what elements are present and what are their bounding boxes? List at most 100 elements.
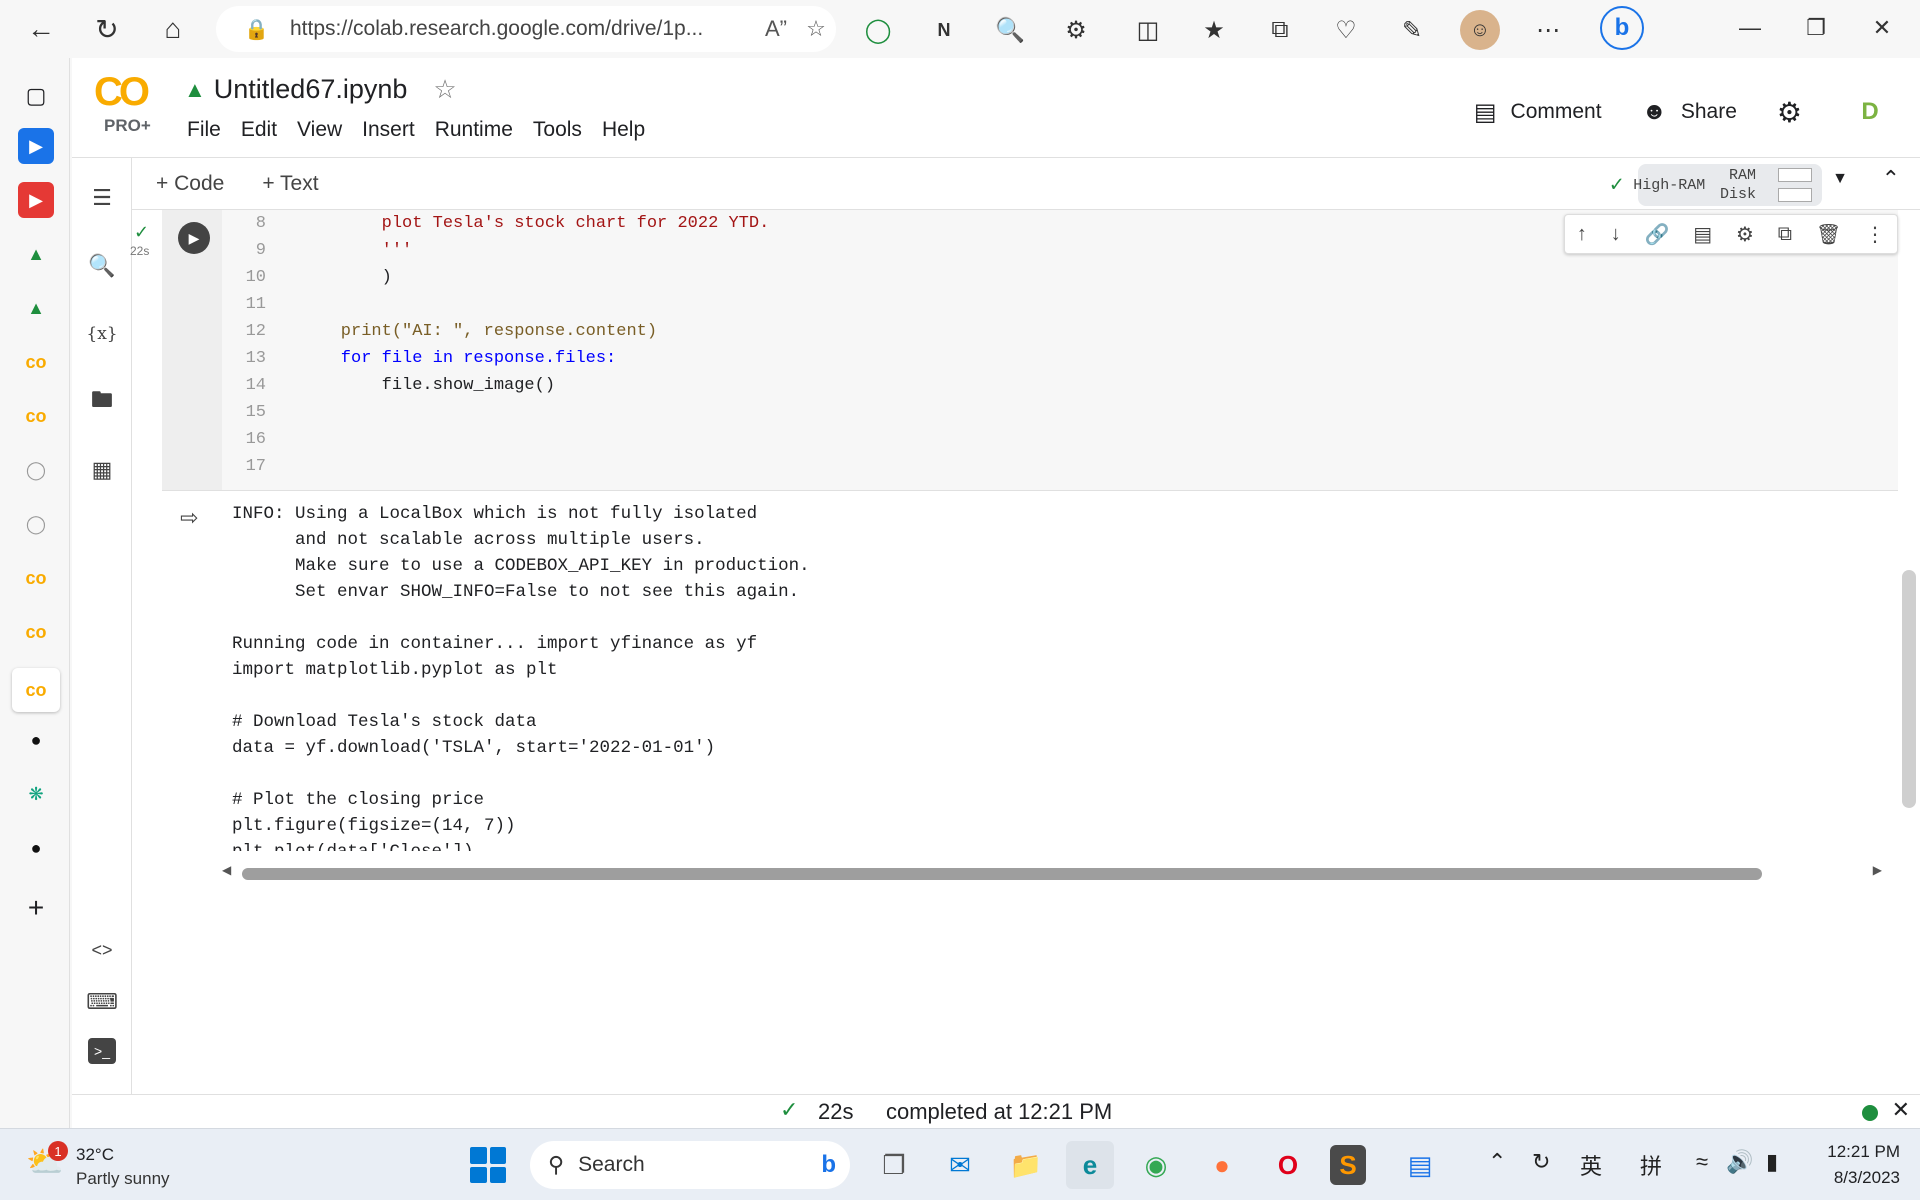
share-button[interactable]: ☻ Share bbox=[1642, 98, 1737, 126]
refresh-icon[interactable]: ↻ bbox=[82, 4, 132, 54]
github-icon[interactable]: ◯ bbox=[18, 452, 54, 488]
ime-english[interactable]: 英 bbox=[1580, 1149, 1602, 1181]
menu-file[interactable]: File bbox=[177, 118, 231, 142]
account-avatar[interactable]: D bbox=[1850, 92, 1890, 132]
copilot-edit-icon[interactable]: ✎ bbox=[1392, 10, 1432, 50]
menu-help[interactable]: Help bbox=[592, 118, 655, 142]
ime-pinyin[interactable]: 拼 bbox=[1640, 1149, 1662, 1181]
menu-view[interactable]: View bbox=[287, 118, 352, 142]
scrollbar-thumb[interactable] bbox=[1902, 570, 1916, 808]
colab-logo[interactable]: CO bbox=[94, 70, 150, 115]
code-cell[interactable]: ✓ 22s ▶ 8 plot Tesla's stock chart for 2… bbox=[130, 210, 1898, 910]
system-clock[interactable]: 12:21 PM 8/3/2023 bbox=[1827, 1139, 1900, 1191]
menu-tools[interactable]: Tools bbox=[523, 118, 592, 142]
taskbar-search[interactable]: ⚲ Search b bbox=[530, 1141, 850, 1189]
collapse-header-icon[interactable]: ⌃ bbox=[1882, 166, 1900, 192]
notepad-icon[interactable]: ▤ bbox=[1396, 1141, 1444, 1189]
notebook-title[interactable]: Untitled67.ipynb bbox=[214, 74, 408, 105]
zoom-icon[interactable]: 🔍 bbox=[990, 10, 1030, 50]
scroll-right-icon[interactable]: ▶ bbox=[1873, 863, 1882, 877]
google-drive-icon[interactable]: ▲ bbox=[18, 290, 54, 326]
sidebar-app-blue-icon[interactable]: ▶ bbox=[18, 128, 54, 164]
edge-browser-icon[interactable]: e bbox=[1066, 1141, 1114, 1189]
youtube-icon[interactable]: ▶ bbox=[18, 182, 54, 218]
firefox-icon[interactable]: ● bbox=[1198, 1141, 1246, 1189]
terminal-icon[interactable]: >_ bbox=[88, 1038, 116, 1064]
battery-icon[interactable]: ▮ bbox=[1766, 1149, 1778, 1175]
back-arrow-icon[interactable]: ← bbox=[16, 4, 66, 54]
calendar-icon[interactable]: ▦ bbox=[84, 452, 120, 488]
search-icon[interactable]: 🔍 bbox=[84, 248, 120, 284]
mail-icon[interactable]: ✉ bbox=[936, 1141, 984, 1189]
more-menu-icon[interactable]: ⋯ bbox=[1528, 10, 1568, 50]
menu-edit[interactable]: Edit bbox=[231, 118, 287, 142]
home-icon[interactable]: ⌂ bbox=[148, 4, 198, 54]
read-aloud-icon[interactable]: A” bbox=[756, 16, 796, 42]
comment-icon[interactable]: ▤ bbox=[1693, 222, 1712, 247]
table-of-contents-icon[interactable]: ☰ bbox=[84, 180, 120, 216]
start-button[interactable] bbox=[470, 1147, 506, 1183]
delete-icon[interactable]: 🗑 bbox=[1816, 222, 1841, 247]
colab-icon[interactable]: co bbox=[18, 398, 54, 434]
link-icon[interactable]: 🔗 bbox=[1645, 222, 1670, 247]
lock-icon[interactable]: 🔒 bbox=[244, 17, 274, 42]
more-vert-icon[interactable]: ⋮ bbox=[1865, 222, 1885, 247]
output-actions-icon[interactable]: ⇨ bbox=[180, 505, 198, 531]
collections-icon[interactable]: ⧉ bbox=[1260, 10, 1300, 50]
variables-icon[interactable]: {x} bbox=[84, 316, 120, 352]
command-palette-icon[interactable]: ⌨ bbox=[84, 984, 120, 1020]
colab-icon-active[interactable]: co bbox=[12, 668, 60, 712]
tab-actions-icon[interactable]: ▢ bbox=[18, 78, 54, 114]
address-bar[interactable]: 🔒 https://colab.research.google.com/driv… bbox=[216, 6, 836, 52]
comment-button[interactable]: ▤ Comment bbox=[1474, 98, 1602, 127]
wifi-icon[interactable]: ≈ bbox=[1696, 1149, 1708, 1175]
star-notebook-icon[interactable]: ☆ bbox=[433, 74, 456, 105]
move-up-icon[interactable]: ↑ bbox=[1577, 223, 1587, 246]
move-down-icon[interactable]: ↓ bbox=[1611, 223, 1621, 246]
google-drive-icon[interactable]: ▲ bbox=[184, 77, 206, 103]
vertical-scrollbar[interactable] bbox=[1898, 210, 1920, 1128]
files-folder-icon[interactable]: 🖿 bbox=[84, 384, 120, 420]
bing-chat-icon[interactable]: b bbox=[1600, 6, 1644, 50]
scrollbar-thumb[interactable] bbox=[242, 868, 1762, 880]
profile-avatar[interactable]: ☺ bbox=[1460, 10, 1500, 50]
run-cell-button[interactable]: ▶ bbox=[178, 222, 210, 254]
google-drive-icon[interactable]: ▲ bbox=[18, 236, 54, 272]
github-icon[interactable]: ● bbox=[18, 830, 54, 866]
menu-runtime[interactable]: Runtime bbox=[425, 118, 523, 142]
split-screen-icon[interactable]: ◫ bbox=[1128, 10, 1168, 50]
sync-icon[interactable]: ↻ bbox=[1532, 1149, 1550, 1175]
horizontal-scrollbar[interactable]: ◀ ▶ bbox=[222, 863, 1882, 883]
minimize-icon[interactable]: — bbox=[1720, 8, 1780, 48]
favorite-star-icon[interactable]: ☆ bbox=[796, 16, 836, 42]
colab-icon[interactable]: co bbox=[18, 614, 54, 650]
mirror-cell-icon[interactable]: ⧉ bbox=[1778, 223, 1792, 246]
menu-insert[interactable]: Insert bbox=[352, 118, 425, 142]
weather-widget[interactable]: ⛅ 1 32°C Partly sunny bbox=[26, 1139, 206, 1191]
task-view-icon[interactable]: ❐ bbox=[870, 1141, 918, 1189]
add-text-button[interactable]: + Text bbox=[262, 172, 318, 196]
chatgpt-icon[interactable]: ❋ bbox=[18, 776, 54, 812]
notion-icon[interactable]: N bbox=[924, 10, 964, 50]
sublime-text-icon[interactable]: S bbox=[1330, 1145, 1366, 1185]
extensions-puzzle-icon[interactable]: ⚙ bbox=[1056, 10, 1096, 50]
github-icon[interactable]: ◯ bbox=[18, 506, 54, 542]
add-sidebar-app-icon[interactable]: + bbox=[18, 890, 54, 926]
chrome-icon[interactable]: ◉ bbox=[1132, 1141, 1180, 1189]
show-hidden-icons-icon[interactable]: ⌃ bbox=[1488, 1149, 1506, 1175]
colab-icon[interactable]: co bbox=[18, 344, 54, 380]
code-snippets-icon[interactable]: <> bbox=[84, 932, 120, 968]
favorites-icon[interactable]: ★ bbox=[1194, 10, 1234, 50]
github-icon[interactable]: ● bbox=[18, 722, 54, 758]
restore-icon[interactable]: ❐ bbox=[1786, 8, 1846, 48]
health-icon[interactable]: ♡ bbox=[1326, 10, 1366, 50]
add-code-button[interactable]: + Code bbox=[156, 172, 224, 196]
scroll-left-icon[interactable]: ◀ bbox=[222, 863, 231, 877]
colab-icon[interactable]: co bbox=[18, 560, 54, 596]
gear-icon[interactable]: ⚙ bbox=[1736, 222, 1754, 247]
file-explorer-icon[interactable]: 📁 bbox=[1002, 1141, 1050, 1189]
settings-button[interactable]: ⚙ bbox=[1777, 96, 1816, 129]
close-window-icon[interactable]: ✕ bbox=[1852, 8, 1912, 48]
runtime-resources[interactable]: ✓ High-RAM RAM Disk bbox=[1610, 164, 1822, 206]
runtime-dropdown-icon[interactable]: ▼ bbox=[1832, 170, 1848, 188]
